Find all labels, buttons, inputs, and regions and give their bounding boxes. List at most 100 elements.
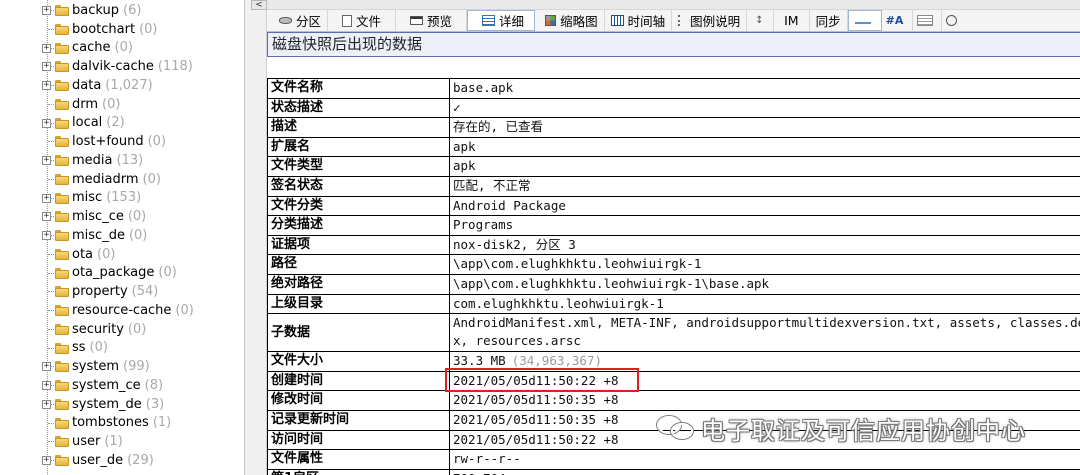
tree-item[interactable]: resource-cache (0) [0,301,244,320]
tree-item[interactable]: lost+found (0) [0,132,244,151]
folder-tree[interactable]: + backup (6) bootchart (0) + cache (0) + dalvik-c… [0,0,245,475]
tree-item-count: (0) [128,227,148,243]
tree-item[interactable]: bootchart (0) [0,20,244,39]
folder-icon [55,192,69,204]
tree-item-name: mediadrm [72,171,139,187]
expand-icon[interactable]: + [42,81,51,90]
property-value: AndroidManifest.xml, META-INF, androidsu… [453,315,1080,349]
tree-item[interactable]: ota (0) [0,245,244,264]
tree-item[interactable]: + user_de (29) [0,451,244,470]
expand-icon[interactable]: + [42,381,51,390]
tree-item-name: user_de [72,452,124,468]
tab-preview[interactable]: 预览 [396,10,468,31]
expand-icon[interactable]: + [42,62,51,72]
expand-icon[interactable]: + [42,43,51,53]
tree-item-count: (0) [139,21,158,37]
property-key: 子数据 [267,313,450,353]
tab-file-label: 文件 [356,14,382,29]
tree-item[interactable]: + dalvik-cache (118) [0,57,244,76]
toolbar-strip [267,0,1080,9]
tab-detail[interactable]: 详细 [467,10,536,31]
expand-icon[interactable]: + [42,399,51,409]
tree-item-name: drm [72,96,99,112]
folder-icon [55,61,69,73]
binoculars-icon: #A [885,13,904,27]
tab-file[interactable]: 文件 [328,10,397,31]
sort-button[interactable]: ↕ [747,10,775,31]
tree-item[interactable]: + misc (153) [0,189,244,208]
tree-item[interactable]: + system_ce (8) [0,376,244,395]
expand-icon[interactable]: + [42,456,51,465]
expand-icon[interactable]: + [42,212,51,222]
tree-item-name: bootchart [72,21,136,37]
property-value-cell: 33.3 MB (34,963,367) [449,351,1080,372]
tree-item[interactable]: ota_package (0) [0,264,244,283]
expand-icon[interactable]: + [42,362,51,372]
tree-item[interactable]: + system (99) [0,357,244,376]
property-key: 访问时间 [267,429,450,451]
tree-item[interactable]: ss (0) [0,339,244,358]
property-key: 绝对路径 [267,273,450,295]
tree-item[interactable]: + media (13) [0,151,244,170]
tree-item-count: (13) [116,152,144,168]
expand-icon[interactable]: + [42,118,51,128]
file-icon [342,14,353,27]
property-value: 2021/05/05d11:50:22 +8 [453,431,619,447]
tree-item-name: misc_ce [72,209,124,225]
property-row: 文件属性 rw-r--r-- [267,449,1080,470]
tree-item-count: (0) [147,134,167,150]
tree-item[interactable]: + backup (6) [0,1,244,20]
property-value: Android Package [453,197,566,213]
tree-item-label: drm (0) [72,97,120,112]
expand-icon[interactable]: + [42,156,51,165]
crosshair-icon [945,15,957,26]
tab-partition[interactable]: 分区 [267,10,329,31]
tree-item-name: dalvik-cache [72,59,154,75]
expand-icon[interactable]: + [42,231,51,240]
tree-item-label: media (13) [72,153,143,168]
find-button[interactable]: #A [882,10,913,31]
tree-item-label: misc_de (0) [72,228,147,243]
tree-item-label: dalvik-cache (118) [72,59,193,74]
tree-item-count: (0) [142,171,161,187]
folder-icon [55,361,69,373]
preview-icon [410,16,424,25]
tree-item[interactable]: + system_de (3) [0,395,244,414]
tree-item-count: (0) [114,40,133,56]
tree-item[interactable]: + data (1,027) [0,76,244,95]
folder-icon [55,98,69,110]
tree-item-count: (29) [127,452,154,468]
line-tool-button[interactable] [847,10,882,31]
tree-item[interactable]: security (0) [0,320,244,339]
tree-item[interactable]: user (1) [0,432,244,451]
view-toolbar: 分区 文件 预览 详细 缩略图 时间轴 图例说明 ↕ IM 同步 #A [267,9,1080,32]
tab-legend[interactable]: 图例说明 [672,10,748,31]
tab-timeline[interactable]: 时间轴 [605,10,673,31]
folder-icon [55,5,69,16]
property-value-cell: base.apk [449,78,1080,99]
target-button[interactable] [942,10,965,31]
expand-icon[interactable]: + [42,6,51,15]
property-value: rw-r--r-- [453,451,521,467]
tree-item[interactable]: property (54) [0,282,244,301]
property-value-cell: \app\com.elughkhktu.leohwiuirgk-1\base.a… [449,273,1080,295]
tab-thumbnail[interactable]: 缩略图 [535,10,605,31]
tree-item[interactable]: + misc_de (0) [0,226,244,245]
expand-icon[interactable]: + [42,193,51,203]
tree-item[interactable]: + local (2) [0,114,244,133]
tree-item[interactable]: + cache (0) [0,39,244,58]
tree-item[interactable]: tombstones (1) [0,414,244,433]
grid-button[interactable] [913,10,942,31]
collapse-left-icon[interactable]: < [251,0,267,10]
pane-splitter[interactable]: < [245,0,267,475]
tree-item[interactable]: drm (0) [0,95,244,114]
tree-item-label: backup (6) [72,3,141,18]
im-button[interactable]: IM [774,10,810,31]
property-value: Programs [453,217,514,233]
watermark: 电子取证及可信应用协创中心 [655,408,1026,448]
tree-item[interactable]: + misc_ce (0) [0,207,244,226]
property-value-bytes: (34,963,367) [511,353,602,369]
tree-item[interactable]: mediadrm (0) [0,170,244,189]
property-row: 上级目录 com.elughkhktu.leohwiuirgk-1 [267,293,1080,315]
sync-button[interactable]: 同步 [810,10,848,31]
